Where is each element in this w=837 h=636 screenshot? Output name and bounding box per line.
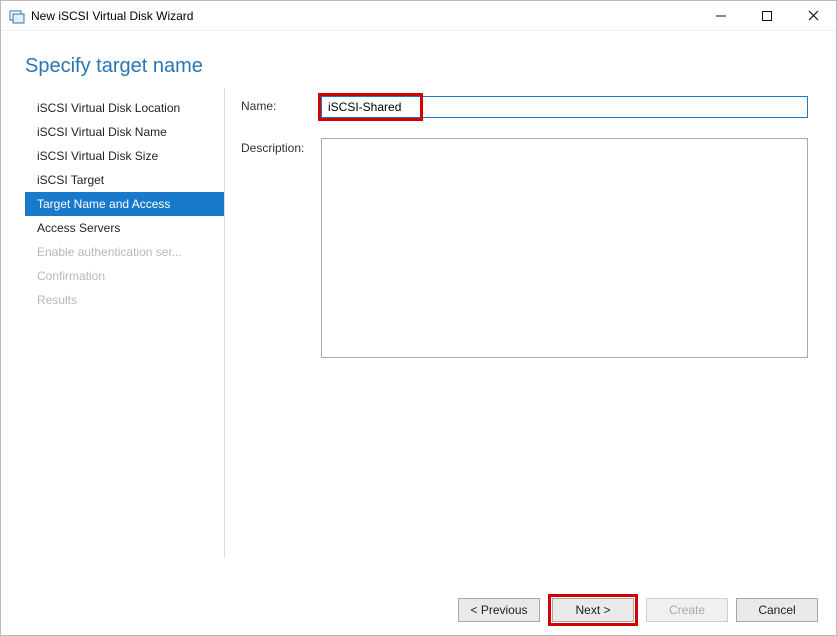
minimize-button[interactable] bbox=[698, 1, 744, 30]
window-title: New iSCSI Virtual Disk Wizard bbox=[31, 9, 193, 23]
wizard-body: iSCSI Virtual Disk Location iSCSI Virtua… bbox=[1, 88, 836, 558]
wizard-content: Name: Description: bbox=[225, 88, 836, 558]
previous-button[interactable]: < Previous bbox=[458, 598, 540, 622]
next-highlight-box: Next > bbox=[548, 594, 638, 626]
wizard-footer: < Previous Next > Create Cancel bbox=[1, 585, 836, 635]
target-name-input[interactable] bbox=[321, 96, 808, 118]
window-controls bbox=[698, 1, 836, 30]
step-iscsi-virtual-disk-size[interactable]: iSCSI Virtual Disk Size bbox=[25, 144, 224, 168]
titlebar: New iSCSI Virtual Disk Wizard bbox=[1, 1, 836, 31]
create-button: Create bbox=[646, 598, 728, 622]
step-target-name-and-access[interactable]: Target Name and Access bbox=[25, 192, 224, 216]
step-confirmation: Confirmation bbox=[25, 264, 224, 288]
page-title: Specify target name bbox=[25, 55, 836, 78]
step-enable-authentication: Enable authentication ser... bbox=[25, 240, 224, 264]
maximize-button[interactable] bbox=[744, 1, 790, 30]
page-header: Specify target name bbox=[1, 31, 836, 88]
cancel-button[interactable]: Cancel bbox=[736, 598, 818, 622]
target-description-input[interactable] bbox=[321, 138, 808, 358]
name-label: Name: bbox=[241, 96, 321, 118]
description-label: Description: bbox=[241, 138, 321, 361]
step-results: Results bbox=[25, 288, 224, 312]
wizard-steps-sidebar: iSCSI Virtual Disk Location iSCSI Virtua… bbox=[25, 88, 225, 558]
step-iscsi-virtual-disk-location[interactable]: iSCSI Virtual Disk Location bbox=[25, 96, 224, 120]
name-row: Name: bbox=[241, 96, 808, 118]
step-iscsi-virtual-disk-name[interactable]: iSCSI Virtual Disk Name bbox=[25, 120, 224, 144]
close-button[interactable] bbox=[790, 1, 836, 30]
next-button[interactable]: Next > bbox=[552, 598, 634, 622]
app-icon bbox=[9, 8, 25, 24]
step-access-servers[interactable]: Access Servers bbox=[25, 216, 224, 240]
description-row: Description: bbox=[241, 138, 808, 361]
step-iscsi-target[interactable]: iSCSI Target bbox=[25, 168, 224, 192]
